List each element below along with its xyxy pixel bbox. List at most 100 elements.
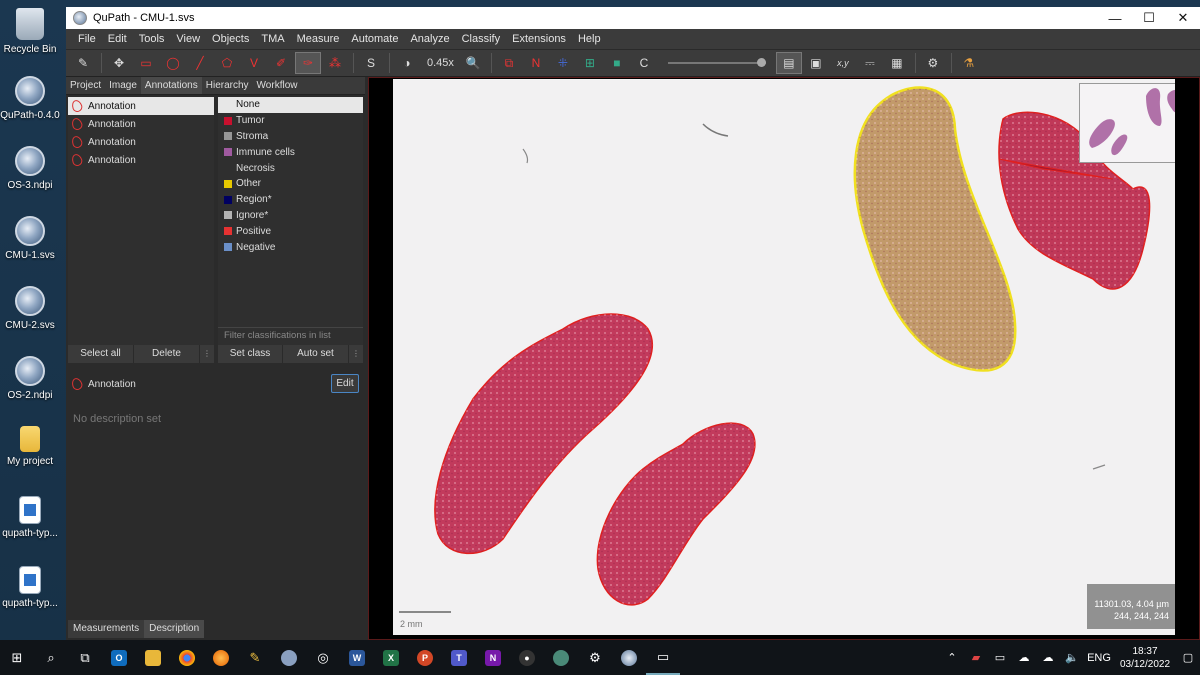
show-location-icon[interactable]: ▣ bbox=[803, 52, 829, 74]
minimize-button[interactable]: — bbox=[1098, 11, 1132, 26]
delete-button[interactable]: Delete bbox=[134, 345, 200, 363]
excel-icon[interactable]: X bbox=[374, 640, 408, 675]
menu-measure[interactable]: Measure bbox=[291, 33, 346, 45]
classification-filter-input[interactable]: Filter classifications in list bbox=[218, 327, 363, 343]
auto-set-button[interactable]: Auto set bbox=[283, 345, 349, 363]
pen-app-icon[interactable]: ✎ bbox=[238, 640, 272, 675]
menu-tools[interactable]: Tools bbox=[133, 33, 171, 45]
tab-annotations[interactable]: Annotations bbox=[140, 77, 202, 94]
opacity-slider-knob[interactable] bbox=[756, 58, 766, 67]
show-names-button[interactable]: N bbox=[523, 52, 549, 74]
annotation-list-item[interactable]: Annotation bbox=[68, 115, 214, 133]
brush-tool-icon[interactable]: ✐ bbox=[268, 52, 294, 74]
desktop-icon[interactable]: CMU-1.svs bbox=[0, 216, 60, 262]
desktop-icon[interactable]: QuPath-0.4.0 bbox=[0, 76, 60, 122]
tab-description[interactable]: Description bbox=[144, 620, 205, 638]
show-scalebar-icon[interactable]: ⎓ bbox=[857, 52, 883, 74]
annotation-list-item[interactable]: Annotation bbox=[68, 97, 214, 115]
fill-detections-icon[interactable]: ■ bbox=[604, 52, 630, 74]
annotation-other-yellow[interactable] bbox=[853, 86, 1017, 372]
points-tool-icon[interactable]: ⁂ bbox=[322, 52, 348, 74]
image-viewer[interactable]: 11301.03, 4.04 µm 244, 244, 244 2 mm bbox=[368, 77, 1200, 640]
brightness-contrast-icon[interactable]: ◑ bbox=[394, 52, 420, 74]
clock[interactable]: 18:37 03/12/2022 bbox=[1114, 645, 1176, 671]
powerpoint-icon[interactable]: P bbox=[408, 640, 442, 675]
polyline-tool-icon[interactable]: V bbox=[241, 52, 267, 74]
menu-edit[interactable]: Edit bbox=[102, 33, 133, 45]
desktop-icon[interactable]: Recycle Bin bbox=[0, 8, 60, 56]
tab-hierarchy[interactable]: Hierarchy bbox=[202, 77, 253, 94]
firefox-icon[interactable] bbox=[204, 640, 238, 675]
menu-view[interactable]: View bbox=[170, 33, 206, 45]
zoom-to-fit-icon[interactable]: 🔍 bbox=[460, 52, 486, 74]
desktop-icon[interactable]: My project bbox=[0, 426, 60, 468]
select-all-button[interactable]: Select all bbox=[68, 345, 134, 363]
tray-cloud-icon[interactable]: ☁ bbox=[1012, 651, 1036, 664]
tray-volume-icon[interactable]: 🔈 bbox=[1060, 651, 1084, 664]
class-list-item[interactable]: Stroma bbox=[218, 129, 363, 145]
tab-workflow[interactable]: Workflow bbox=[253, 77, 302, 94]
desktop-icon[interactable]: OS-3.ndpi bbox=[0, 146, 60, 192]
menu-objects[interactable]: Objects bbox=[206, 33, 255, 45]
tab-measurements[interactable]: Measurements bbox=[68, 620, 144, 638]
maximize-button[interactable]: ☐ bbox=[1132, 10, 1166, 26]
desktop-icon[interactable]: qupath-typ... bbox=[0, 566, 60, 610]
ellipse-tool-icon[interactable]: ◯ bbox=[160, 52, 186, 74]
measurement-tool-icon[interactable]: ✎ bbox=[70, 52, 96, 74]
menu-extensions[interactable]: Extensions bbox=[506, 33, 572, 45]
start-windows-icon[interactable]: ⊞ bbox=[0, 640, 34, 675]
task-view-icon[interactable]: ⧉ bbox=[68, 640, 102, 675]
annotation-list-item[interactable]: Annotation bbox=[68, 151, 214, 169]
class-list-item[interactable]: Region* bbox=[218, 192, 363, 208]
show-grid-icon[interactable]: ▦ bbox=[884, 52, 910, 74]
chrome-icon[interactable] bbox=[170, 640, 204, 675]
globe-app-icon[interactable] bbox=[544, 640, 578, 675]
desktop-icon[interactable]: qupath-typ... bbox=[0, 496, 60, 540]
tray-chevron-up-icon[interactable]: ⌃ bbox=[940, 651, 964, 664]
teams-icon[interactable]: T bbox=[442, 640, 476, 675]
preferences-gear-icon[interactable]: ⚙ bbox=[920, 52, 946, 74]
annotation-tumor-bottom[interactable] bbox=[596, 422, 756, 606]
show-tma-grid-icon[interactable]: ⁜ bbox=[550, 52, 576, 74]
onenote-icon[interactable]: N bbox=[476, 640, 510, 675]
menu-analyze[interactable]: Analyze bbox=[404, 33, 455, 45]
annotation-more-button[interactable]: ⋮ bbox=[200, 345, 214, 363]
class-list-item[interactable]: None bbox=[218, 97, 363, 113]
move-tool-icon[interactable]: ✥ bbox=[106, 52, 132, 74]
snipping-icon[interactable]: ◎ bbox=[306, 640, 340, 675]
drive-app-icon[interactable] bbox=[272, 640, 306, 675]
rectangle-tool-icon[interactable]: ▭ bbox=[133, 52, 159, 74]
class-list-item[interactable]: Other bbox=[218, 176, 363, 192]
log-microscope-icon[interactable]: ⚗ bbox=[956, 52, 982, 74]
slide-image[interactable]: 11301.03, 4.04 µm 244, 244, 244 2 mm bbox=[393, 79, 1175, 635]
show-detections-icon[interactable]: ⊞ bbox=[577, 52, 603, 74]
settings-gear-icon[interactable]: ⚙ bbox=[578, 640, 612, 675]
polygon-tool-icon[interactable]: ⬠ bbox=[214, 52, 240, 74]
wand-tool-icon[interactable]: ✑ bbox=[295, 52, 321, 74]
desktop-icon[interactable]: CMU-2.svs bbox=[0, 286, 60, 332]
github-icon[interactable]: ● bbox=[510, 640, 544, 675]
close-button[interactable]: ✕ bbox=[1166, 10, 1200, 26]
search-icon[interactable]: ⌕ bbox=[34, 640, 68, 675]
class-list-item[interactable]: Negative bbox=[218, 239, 363, 255]
annotation-list-item[interactable]: Annotation bbox=[68, 133, 214, 151]
edit-button[interactable]: Edit bbox=[331, 374, 359, 393]
desktop-icon[interactable]: OS-2.ndpi bbox=[0, 356, 60, 402]
tab-project[interactable]: Project bbox=[66, 77, 105, 94]
display-app-icon[interactable]: ▭ bbox=[646, 640, 680, 675]
class-list-item[interactable]: Ignore* bbox=[218, 208, 363, 224]
selection-mode-button[interactable]: S bbox=[358, 52, 384, 74]
menu-automate[interactable]: Automate bbox=[345, 33, 404, 45]
show-overview-icon[interactable]: ▤ bbox=[775, 52, 802, 74]
set-class-button[interactable]: Set class bbox=[218, 345, 283, 363]
class-list-item[interactable]: Tumor bbox=[218, 113, 363, 129]
tray-app-icon[interactable]: ▰ bbox=[964, 651, 988, 664]
outlook-icon[interactable]: O bbox=[102, 640, 136, 675]
show-connections-button[interactable]: C bbox=[631, 52, 657, 74]
show-cursor-location-button[interactable]: x,y bbox=[830, 52, 856, 74]
overview-thumbnail[interactable] bbox=[1079, 83, 1175, 163]
class-list-item[interactable]: Immune cells bbox=[218, 144, 363, 160]
menu-file[interactable]: File bbox=[72, 33, 102, 45]
tray-network-icon[interactable]: ☁ bbox=[1036, 651, 1060, 664]
tab-image[interactable]: Image bbox=[105, 77, 141, 94]
